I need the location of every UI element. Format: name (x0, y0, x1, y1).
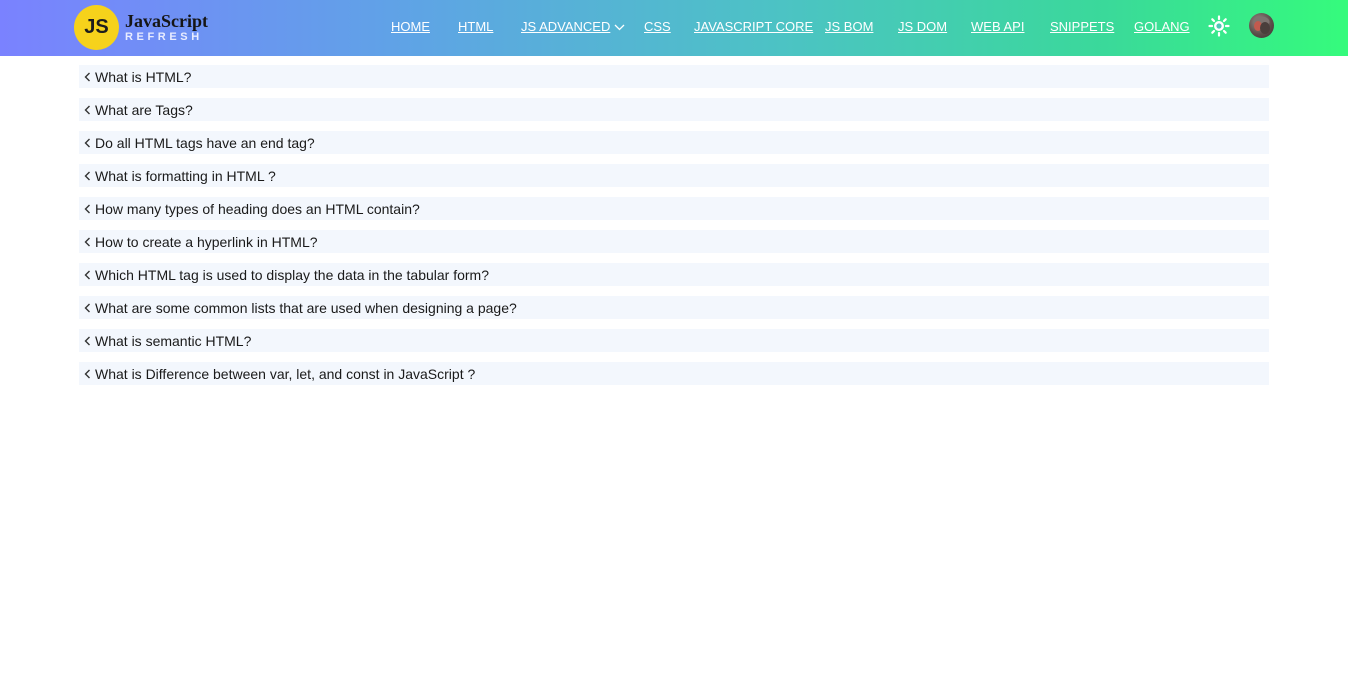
chevron-left-icon (79, 296, 95, 319)
nav-html[interactable]: HTML (458, 19, 493, 34)
faq-question: What is semantic HTML? (95, 333, 252, 349)
nav-javascript-core[interactable]: JAVASCRIPT CORE (694, 19, 813, 34)
faq-question: What is Difference between var, let, and… (95, 366, 476, 382)
faq-question: How to create a hyperlink in HTML? (95, 234, 318, 250)
user-avatar[interactable] (1249, 13, 1274, 38)
faq-question: What are some common lists that are used… (95, 300, 517, 316)
nav-css[interactable]: CSS (644, 19, 671, 34)
nav-home[interactable]: HOME (391, 19, 430, 34)
faq-item[interactable]: What is Difference between var, let, and… (79, 362, 1269, 385)
faq-question: What is formatting in HTML ? (95, 168, 276, 184)
main-nav: HOME HTML JS ADVANCED CSS JAVASCRIPT COR… (0, 0, 1348, 56)
faq-item[interactable]: What are some common lists that are used… (79, 296, 1269, 319)
theme-toggle-button[interactable] (1208, 15, 1230, 37)
chevron-down-icon (614, 24, 625, 30)
faq-item[interactable]: What is semantic HTML? (79, 329, 1269, 352)
faq-question: What are Tags? (95, 102, 193, 118)
faq-item[interactable]: How to create a hyperlink in HTML? (79, 230, 1269, 253)
nav-js-advanced[interactable]: JS ADVANCED (521, 19, 625, 34)
nav-snippets[interactable]: SNIPPETS (1050, 19, 1114, 34)
faq-item[interactable]: What is formatting in HTML ? (79, 164, 1269, 187)
nav-web-api[interactable]: WEB API (971, 19, 1024, 34)
faq-item[interactable]: Which HTML tag is used to display the da… (79, 263, 1269, 286)
chevron-left-icon (79, 65, 95, 88)
sun-icon (1208, 15, 1230, 37)
nav-js-bom[interactable]: JS BOM (825, 19, 873, 34)
faq-question: What is HTML? (95, 69, 192, 85)
nav-js-dom[interactable]: JS DOM (898, 19, 947, 34)
faq-item[interactable]: Do all HTML tags have an end tag? (79, 131, 1269, 154)
faq-question: How many types of heading does an HTML c… (95, 201, 420, 217)
faq-question: Do all HTML tags have an end tag? (95, 135, 315, 151)
nav-js-advanced-label: JS ADVANCED (521, 19, 611, 34)
chevron-left-icon (79, 98, 95, 121)
faq-item[interactable]: How many types of heading does an HTML c… (79, 197, 1269, 220)
chevron-left-icon (79, 164, 95, 187)
avatar-image (1253, 16, 1270, 34)
faq-item[interactable]: What are Tags? (79, 98, 1269, 121)
chevron-left-icon (79, 197, 95, 220)
faq-question: Which HTML tag is used to display the da… (95, 267, 490, 283)
faq-item[interactable]: What is HTML? (79, 65, 1269, 88)
chevron-left-icon (79, 230, 95, 253)
top-navbar: JS JavaScript REFRESH HOME HTML JS ADVAN… (0, 0, 1348, 56)
chevron-left-icon (79, 263, 95, 286)
chevron-left-icon (79, 131, 95, 154)
chevron-left-icon (79, 362, 95, 385)
chevron-left-icon (79, 329, 95, 352)
nav-golang[interactable]: GOLANG (1134, 19, 1190, 34)
faq-accordion: What is HTML? What are Tags? Do all HTML… (79, 65, 1269, 395)
